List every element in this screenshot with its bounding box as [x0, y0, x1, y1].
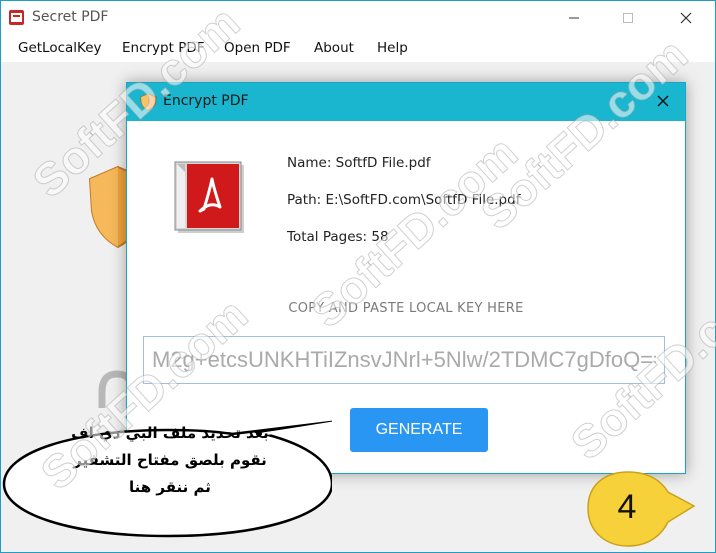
close-button[interactable] — [663, 1, 709, 34]
callout-line: نقوم بلصق مفتاح التشفير — [73, 451, 267, 469]
callout-line: ثم ننقر هنا — [129, 478, 211, 496]
file-name-text: Name: SoftfD File.pdf — [287, 155, 431, 171]
step-number: 4 — [617, 488, 637, 526]
dialog-title: Encrypt PDF — [163, 93, 249, 109]
minimize-icon — [569, 17, 579, 18]
local-key-label: COPY AND PASTE LOCAL KEY HERE — [288, 301, 524, 316]
menu-about[interactable]: About — [314, 40, 354, 56]
generate-button[interactable]: GENERATE — [350, 408, 488, 452]
close-icon — [680, 12, 692, 23]
menu-help[interactable]: Help — [377, 40, 408, 56]
menu-open-pdf[interactable]: Open PDF — [224, 40, 291, 56]
menu-encrypt-pdf[interactable]: Encrypt PDF — [122, 40, 205, 56]
shield-icon — [140, 93, 157, 115]
local-key-input[interactable] — [143, 336, 665, 384]
total-pages-text: Total Pages: 58 — [287, 229, 389, 245]
pdf-file-icon — [174, 161, 246, 239]
dialog-close-button[interactable] — [651, 89, 675, 113]
close-icon — [657, 95, 669, 107]
window-title: Secret PDF — [32, 9, 109, 25]
title-bar: Secret PDF — [1, 1, 715, 34]
callout-text: بعد تحديد ملف البي دي اف نقوم بلصق مفتاح… — [40, 420, 300, 501]
minimize-button[interactable] — [551, 1, 597, 34]
dialog-header: Encrypt PDF — [127, 83, 685, 121]
app-icon — [8, 9, 25, 26]
maximize-icon — [623, 12, 633, 23]
callout-line: بعد تحديد ملف البي دي اف — [71, 424, 269, 442]
menu-getlocalkey[interactable]: GetLocalKey — [18, 40, 102, 56]
menu-bar: GetLocalKey Encrypt PDF Open PDF About H… — [1, 34, 715, 62]
file-path-text: Path: E:\SoftFD.com\SoftfD File.pdf — [287, 192, 521, 208]
maximize-button[interactable] — [605, 1, 651, 34]
